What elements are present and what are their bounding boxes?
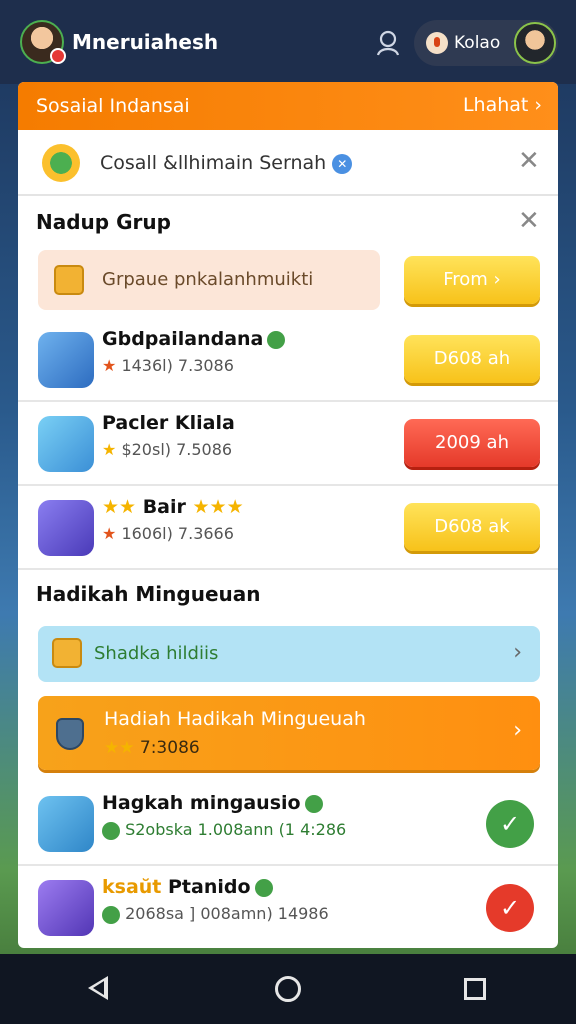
promo-button[interactable]: From › — [404, 256, 540, 304]
app-logo-icon — [42, 144, 80, 182]
star-icon: ★ — [102, 440, 117, 459]
star-icon: ★ — [102, 524, 117, 543]
search-text: Cosall &llhimain Sernah ✕ — [100, 152, 353, 174]
blue-bar[interactable]: Shadka hildiis › — [38, 626, 540, 682]
system-nav-bar — [0, 954, 576, 1024]
star-icon: ★★★ — [192, 496, 244, 518]
item-sub: ★ 1436l) 7.3086 — [102, 356, 234, 375]
username: Mneruiahesh — [72, 30, 219, 54]
check-button[interactable]: ✓ — [486, 800, 534, 848]
promo-text: Grpaue pnkalanhmuikti — [102, 269, 314, 290]
list-item[interactable]: Pacler Kliala ★ $20sl) 7.5086 2009 ah — [18, 402, 558, 486]
card-header: Sosaial Indansai Lhahat › — [18, 82, 558, 130]
main-card: Sosaial Indansai Lhahat › Cosall &llhima… — [18, 82, 558, 948]
item-name: ksaŭt Ptanido — [102, 876, 273, 898]
section-title-rewards: Hadikah Mingueuan — [36, 582, 261, 606]
star-icon: ★★ — [104, 738, 135, 758]
profile-label: Kolao — [454, 33, 501, 53]
promo-box[interactable]: Grpaue pnkalanhmuikti — [38, 250, 380, 310]
list-item[interactable]: ★★ Bair ★★★ ★ 1606l) 7.3666 D608 ak — [18, 486, 558, 570]
top-bar: Mneruiahesh Kolao — [0, 0, 576, 84]
item-button[interactable]: D608 ah — [404, 335, 540, 383]
coin-icon — [426, 32, 448, 54]
home-icon[interactable] — [275, 976, 301, 1002]
verified-icon — [267, 330, 286, 349]
card-title: Sosaial Indansai — [36, 95, 190, 117]
list-item[interactable]: Gbdpailandana ★ 1436l) 7.3086 D608 ah — [18, 318, 558, 402]
search-icon[interactable] — [374, 28, 402, 56]
verified-icon: ✕ — [332, 153, 353, 174]
recents-icon[interactable] — [464, 978, 486, 1000]
item-sub: ★ 1606l) 7.3666 — [102, 524, 234, 543]
item-sub: 2068sa ] 008amn) 14986 — [102, 904, 329, 924]
back-icon[interactable] — [88, 976, 108, 1000]
chevron-right-icon: › — [513, 718, 522, 743]
shield-icon — [56, 718, 84, 750]
app-icon — [38, 416, 94, 472]
verified-icon — [254, 878, 273, 897]
item-name: Gbdpailandana — [102, 328, 286, 350]
profile-avatar — [514, 22, 556, 64]
app-icon — [38, 500, 94, 556]
app-icon — [38, 880, 94, 936]
section-title-group: Nadup Grup — [36, 210, 171, 234]
box-icon — [54, 265, 84, 295]
item-button[interactable]: 2009 ah — [404, 419, 540, 467]
check-button[interactable]: ✓ — [486, 884, 534, 932]
banner-title: Hadiah Hadikah Mingueuah — [104, 708, 366, 730]
profile-pill[interactable]: Kolao — [414, 20, 558, 66]
user-avatar[interactable] — [20, 20, 66, 64]
star-icon: ★ — [102, 356, 117, 375]
app-icon — [38, 796, 94, 852]
blue-bar-text: Shadka hildiis — [94, 643, 219, 664]
box-icon — [52, 638, 82, 668]
search-row[interactable]: Cosall &llhimain Sernah ✕ ✕ — [18, 130, 558, 196]
status-dot-icon — [102, 905, 120, 924]
item-name: Hagkah mingausio — [102, 792, 323, 814]
reward-banner[interactable]: Hadiah Hadikah Mingueuah ★★ 7:3086 › — [38, 696, 540, 770]
verified-icon — [304, 794, 323, 813]
banner-sub: ★★ 7:3086 — [104, 738, 200, 758]
status-dot-icon — [102, 821, 120, 840]
notification-badge — [50, 48, 66, 64]
chevron-right-icon: › — [513, 640, 522, 665]
see-all-link[interactable]: Lhahat › — [463, 94, 542, 116]
item-sub: ★ $20sl) 7.5086 — [102, 440, 233, 459]
item-name: ★★ Bair ★★★ — [102, 496, 244, 518]
close-icon[interactable]: ✕ — [518, 146, 540, 176]
list-item[interactable]: Hagkah mingausio S2obska 1.008ann (1 4:2… — [18, 782, 558, 866]
app-icon — [38, 332, 94, 388]
item-name: Pacler Kliala — [102, 412, 235, 434]
item-button[interactable]: D608 ak — [404, 503, 540, 551]
list-item[interactable]: ksaŭt Ptanido 2068sa ] 008amn) 14986 ✓ — [18, 866, 558, 948]
star-icon: ★★ — [102, 496, 137, 518]
close-icon[interactable]: ✕ — [518, 206, 540, 236]
item-sub: S2obska 1.008ann (1 4:286 — [102, 820, 346, 840]
